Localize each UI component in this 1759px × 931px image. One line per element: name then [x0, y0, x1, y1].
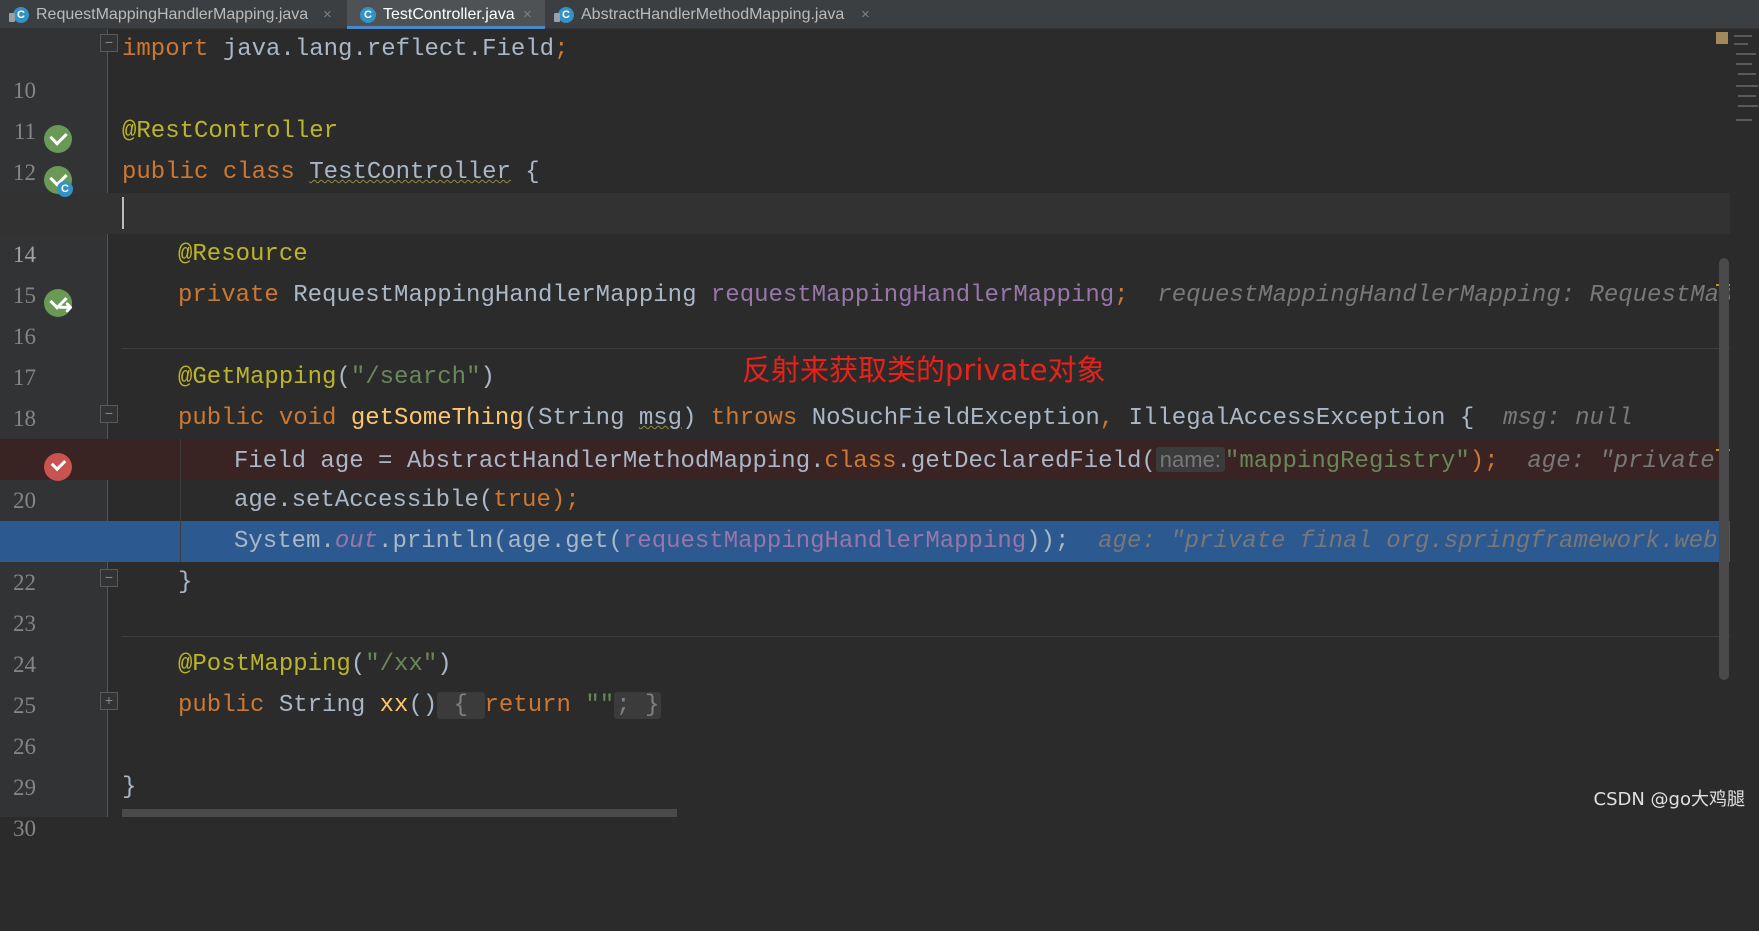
debug-inline-value: msg: null: [1474, 405, 1633, 432]
tab-label: AbstractHandlerMethodMapping.java: [581, 6, 845, 23]
tab-abstracthandlermethodmapping[interactable]: C AbstractHandlerMethodMapping.java ×: [545, 0, 883, 29]
tab-testcontroller[interactable]: C TestController.java ×: [347, 0, 545, 29]
code-text: @Resource: [178, 241, 308, 268]
tab-requestmappinghandlermapping[interactable]: C RequestMappingHandlerMapping.java ×: [0, 0, 347, 29]
code-line-29[interactable]: 29: [0, 726, 1730, 800]
code-line-19[interactable]: 19 public void getSomeThing(String msg) …: [0, 398, 1730, 472]
debug-inline-value: requestMappingHandlerMapping: RequestMap…: [1128, 282, 1759, 309]
tab-label: RequestMappingHandlerMapping.java: [36, 6, 309, 23]
indent-guide: [180, 439, 181, 562]
code-text: Field age = AbstractHandlerMethodMapping…: [234, 447, 1744, 475]
breakpoint-icon[interactable]: [44, 453, 72, 481]
code-text: import java.lang.reflect.Field;: [122, 36, 569, 63]
code-line-14[interactable]: 14: [0, 193, 1730, 267]
minimap-line: [1738, 95, 1756, 97]
code-line-16[interactable]: 16 private RequestMappingHandlerMapping …: [0, 275, 1759, 349]
fold-expand-icon[interactable]: +: [100, 692, 118, 710]
folded-region: {: [437, 692, 485, 719]
code-line-10[interactable]: 10 import java.lang.reflect.Field;: [0, 29, 1730, 103]
tab-label: TestController.java: [383, 6, 515, 23]
class-badge-icon: C: [57, 181, 73, 197]
lock-icon: [554, 13, 560, 22]
editor-tab-bar: C RequestMappingHandlerMapping.java × C …: [0, 0, 1759, 29]
code-text: @PostMapping("/xx"): [178, 651, 452, 678]
debug-inline-value: age: "private f: [1498, 448, 1744, 475]
code-text: }: [178, 569, 193, 596]
class-icon: C: [554, 7, 574, 23]
code-text: public void getSomeThing(String msg) thr…: [178, 405, 1633, 432]
watermark: CSDN @go大鸡腿: [1593, 789, 1745, 810]
code-editor[interactable]: 10 import java.lang.reflect.Field; 11 12…: [0, 29, 1759, 841]
fold-collapse-icon[interactable]: −: [100, 569, 118, 587]
code-line-12[interactable]: 12 @RestController: [0, 111, 1730, 185]
minimap-line: [1738, 73, 1756, 75]
code-text: public class TestController {: [122, 159, 540, 186]
lock-icon: [9, 13, 15, 22]
code-text: @RestController: [122, 118, 339, 145]
code-line-11[interactable]: 11: [0, 70, 1730, 144]
minimap-line: [1736, 119, 1752, 121]
code-line-20[interactable]: 20 Field age = AbstractHandlerMethodMapp…: [0, 439, 1743, 513]
minimap-line: [1736, 53, 1756, 55]
close-icon[interactable]: ×: [523, 0, 532, 29]
code-text: @GetMapping("/search"): [178, 364, 495, 391]
code-line-24[interactable]: 24: [0, 603, 1730, 677]
code-line-26[interactable]: 26 public String xx() { return ""; }: [0, 685, 1730, 759]
code-text: private RequestMappingHandlerMapping req…: [178, 275, 1759, 316]
class-icon: C: [9, 7, 29, 23]
inspection-status-icon[interactable]: [1716, 32, 1728, 44]
error-stripe[interactable]: [1730, 29, 1759, 817]
code-line-13[interactable]: 13 public class TestController {: [0, 152, 1730, 226]
close-icon[interactable]: ×: [323, 0, 332, 29]
fold-collapse-icon[interactable]: −: [100, 34, 118, 52]
code-text: age.setAccessible(true);: [234, 487, 580, 514]
debug-inline-value: age: "private final org.springframework.…: [1069, 528, 1759, 555]
horizontal-scrollbar[interactable]: [122, 809, 677, 817]
vertical-scrollbar[interactable]: [1719, 258, 1729, 680]
code-line-21[interactable]: 21 age.setAccessible(true);: [0, 480, 1730, 554]
code-line-23[interactable]: 23 }: [0, 562, 1730, 636]
overlay-annotation: 反射来获取类的private对象: [742, 353, 1106, 387]
method-separator: [122, 636, 1730, 637]
code-text: }: [122, 774, 137, 801]
fold-collapse-icon[interactable]: −: [100, 405, 118, 423]
minimap-line: [1734, 35, 1752, 37]
text-caret: [122, 197, 124, 229]
code-line-25[interactable]: 25 @PostMapping("/xx"): [0, 644, 1730, 718]
code-line-22[interactable]: 22 System.out.println(age.get(requestMap…: [0, 521, 1759, 595]
minimap-line: [1736, 63, 1752, 65]
parameter-hint: name:: [1155, 447, 1225, 472]
code-text: System.out.println(age.get(requestMappin…: [234, 521, 1759, 562]
minimap-line: [1734, 43, 1748, 45]
spring-bean-icon[interactable]: [44, 125, 72, 153]
minimap-line: [1736, 85, 1758, 87]
line-number: 30: [13, 816, 36, 841]
folded-region: ; }: [614, 692, 662, 719]
code-line-15[interactable]: 15 @Resource: [0, 234, 1730, 308]
class-icon: C: [360, 7, 376, 23]
code-text: public String xx() { return ""; }: [178, 692, 662, 719]
navigate-arrow-icon: ➜: [58, 297, 74, 317]
minimap-line: [1738, 105, 1758, 107]
close-icon[interactable]: ×: [861, 0, 870, 29]
code-line-30[interactable]: 30 }: [0, 767, 1730, 841]
